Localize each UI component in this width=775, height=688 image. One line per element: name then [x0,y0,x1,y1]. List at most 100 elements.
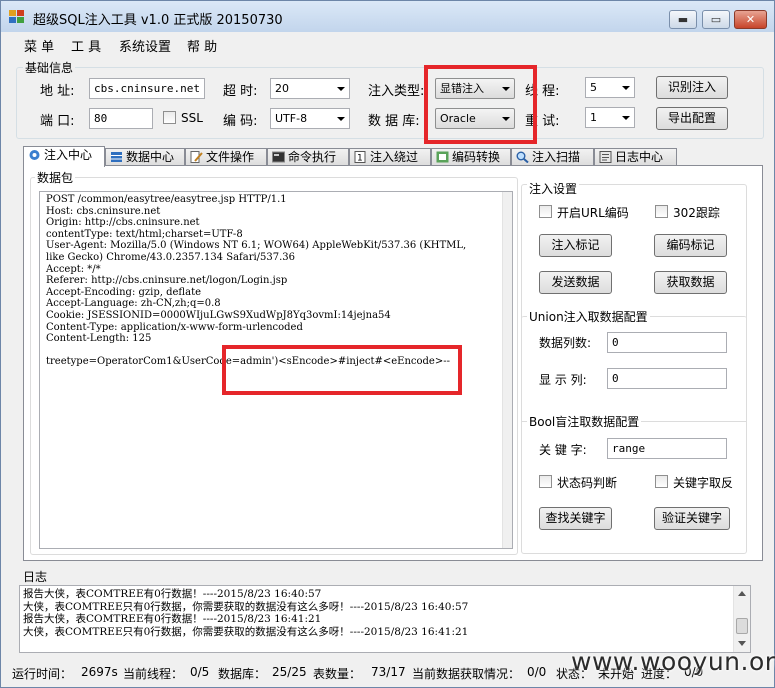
url-encode-checkbox[interactable] [539,205,552,218]
tables-status-value: 73/17 [371,665,406,679]
address-input[interactable]: cbs.cninsure.net [89,78,205,99]
fetch-status-label: 当前数据获取情况： [412,667,521,681]
packet-line: contentType: text/html;charset=UTF-8 [46,228,243,240]
tab-file-ops[interactable]: 文件操作 [185,148,267,166]
packet-line: like Gecko) Chrome/43.0.2357.134 Safari/… [46,251,296,263]
tab-data-center[interactable]: 数据中心 [105,148,185,166]
watermark: www.wooyun.org [571,647,775,676]
send-data-button[interactable]: 发送数据 [539,271,612,294]
packet-line: User-Agent: Mozilla/5.0 (Windows NT 6.1;… [46,240,467,252]
gear-icon [28,149,41,161]
log-scrollbar[interactable] [733,586,750,652]
log-output[interactable]: 报告大侠，表COMTREE有0行数据！----2015/8/23 16:40:5… [19,585,751,653]
tab-file-ops-label: 文件操作 [206,150,255,164]
title-bar[interactable]: 超级SQL注入工具 v1.0 正式版 20150730 ▬ ▭ ✕ [1,1,774,32]
tab-inject-bypass[interactable]: 1 注入绕过 [349,148,431,166]
packet-line: Content-Length: 125 [46,333,152,345]
packet-line: Content-Type: application/x-www-form-url… [46,321,303,333]
get-data-button[interactable]: 获取数据 [654,271,727,294]
tab-inject-bypass-label: 注入绕过 [370,150,419,164]
retry-value: 1 [590,111,597,124]
retry-select[interactable]: 1 [585,107,635,128]
log-line: 大侠，表COMTREE只有0行数据，你需要获取的数据没有这么多呀！----201… [23,600,469,613]
keyword-label: 关 键 字: [539,443,587,457]
columns-label: 数据列数: [539,336,592,350]
tab-strip: 注入中心 数据中心 文件操作 命令执行 1 注入绕过 编码转换 注入扫描 日志中心 [23,146,763,167]
inject-type-select[interactable]: 显错注入 [435,78,515,99]
menu-help[interactable]: 帮 助 [187,36,217,55]
database-icon [110,151,123,163]
mark-encode-button[interactable]: 编码标记 [654,234,727,257]
scroll-down-icon[interactable] [738,641,746,646]
keyword-invert-checkbox[interactable] [655,475,668,488]
convert-icon [436,151,449,163]
retry-label: 重 试: [525,114,560,129]
port-input[interactable]: 80 [89,108,153,129]
identify-inject-button[interactable]: 识别注入 [656,76,728,99]
timeout-select[interactable]: 20 [270,78,350,99]
scroll-up-icon[interactable] [738,591,746,596]
packet-editor[interactable]: POST /common/easytree/easytree.jsp HTTP/… [39,191,513,549]
log-label: 日志 [23,570,48,584]
chevron-down-icon [622,116,630,120]
tab-encode-convert-label: 编码转换 [452,150,501,164]
mark-inject-button[interactable]: 注入标记 [539,234,612,257]
log-line: 报告大侠，表COMTREE有0行数据！----2015/8/23 16:41:2… [23,613,322,626]
status-check-checkbox[interactable] [539,475,552,488]
maximize-button[interactable]: ▭ [702,10,730,29]
packet-line: Referer: http://cbs.cninsure.net/logon/L… [46,275,288,287]
verify-keyword-button[interactable]: 验证关键字 [654,507,730,530]
threads-label: 线 程: [525,84,560,99]
follow-302-label: 302跟踪 [673,206,720,220]
encoding-select[interactable]: UTF-8 [270,108,350,129]
minimize-button[interactable]: ▬ [669,10,697,29]
keyword-invert-label: 关键字取反 [673,476,734,490]
packet-line: Origin: http://cbs.cninsure.net [46,217,200,229]
tables-status-label: 表数量： [313,667,362,681]
app-window: 超级SQL注入工具 v1.0 正式版 20150730 ▬ ▭ ✕ 菜 单 工 … [0,0,775,688]
encoding-label: 编 码: [223,114,258,129]
menu-settings[interactable]: 系统设置 [119,36,171,55]
ssl-checkbox[interactable] [163,111,176,124]
packet-label: 数据包 [35,169,76,186]
tab-data-center-label: 数据中心 [126,150,175,164]
tab-inject-center-label: 注入中心 [44,148,93,162]
basic-info-label: 基础信息 [23,59,76,76]
threads-select[interactable]: 5 [585,77,635,98]
inject-type-value: 显错注入 [440,82,484,95]
runtime-value: 2697s [81,665,118,679]
menu-tools[interactable]: 工 具 [71,36,101,55]
packet-line: treetype=OperatorCom1&UserCode=admin')<s… [46,356,450,368]
tab-inject-scan-label: 注入扫描 [532,150,581,164]
display-column-input[interactable]: 0 [607,368,727,389]
packet-scrollbar[interactable] [502,192,512,548]
chevron-down-icon [502,117,510,121]
database-select[interactable]: Oracle [435,108,515,129]
tab-log-center[interactable]: 日志中心 [594,148,677,166]
chevron-down-icon [337,117,345,121]
packet-line: Accept: */* [46,263,101,275]
runtime-label: 运行时间： [12,667,73,681]
close-button[interactable]: ✕ [734,10,767,29]
app-icon [9,10,25,24]
timeout-label: 超 时: [223,84,258,99]
db-status-value: 25/25 [272,665,307,679]
scan-icon [516,151,529,164]
display-column-label: 显 示 列: [539,373,587,387]
inject-settings-label: 注入设置 [527,180,580,197]
scroll-thumb[interactable] [736,618,748,634]
tab-inject-center[interactable]: 注入中心 [23,146,105,167]
file-edit-icon [190,151,203,163]
export-config-button[interactable]: 导出配置 [656,107,728,130]
threads-status-value: 0/5 [190,665,210,679]
columns-input[interactable]: 0 [607,332,727,353]
tab-encode-convert[interactable]: 编码转换 [431,148,511,166]
menu-main[interactable]: 菜 单 [24,36,54,55]
tab-command-exec[interactable]: 命令执行 [267,148,349,166]
bool-label: Bool盲注取数据配置 [527,413,642,430]
keyword-input[interactable]: range [607,438,727,459]
follow-302-checkbox[interactable] [655,205,668,218]
tab-inject-scan[interactable]: 注入扫描 [511,148,594,166]
find-keyword-button[interactable]: 查找关键字 [539,507,612,530]
timeout-value: 20 [275,82,289,95]
